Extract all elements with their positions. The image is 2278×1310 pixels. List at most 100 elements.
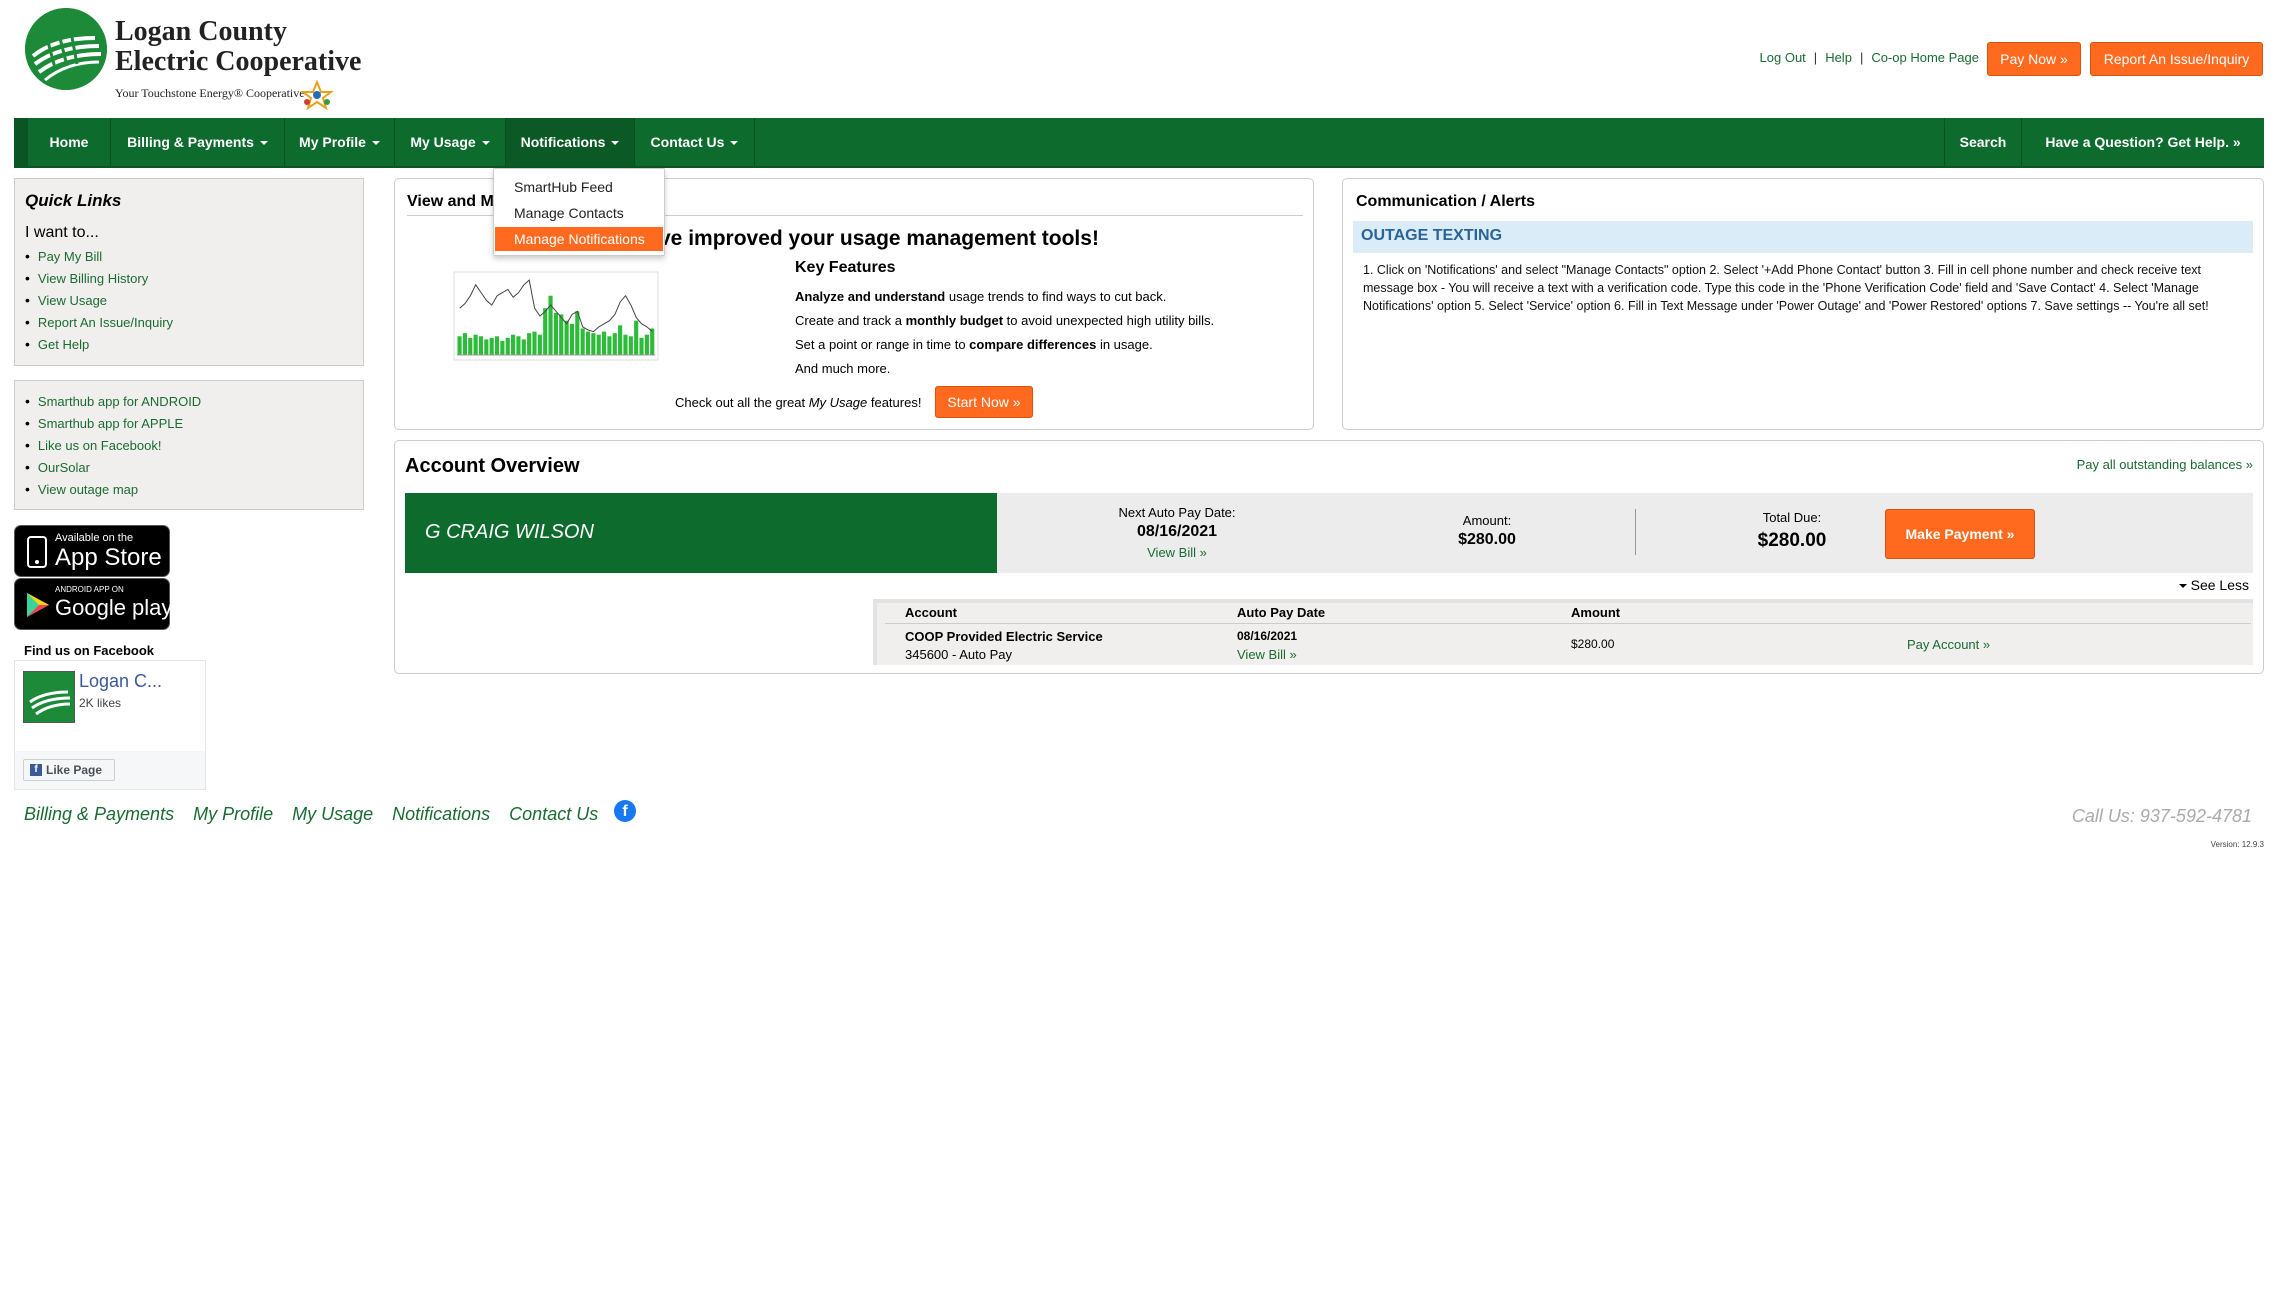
footer-link-usage[interactable]: My Usage [292,804,373,824]
chevron-down-icon [481,141,490,146]
feature-line: Set a point or range in time to compare … [795,337,1153,352]
pay-all-balances-link[interactable]: Pay all outstanding balances » [2077,457,2253,472]
facebook-widget: Logan C... 2K likes f Like Page [14,660,206,790]
chart-bar [494,336,500,355]
table-header-account: Account [905,605,957,620]
quick-link-billing-history[interactable]: View Billing History [38,271,148,286]
nav-notifications[interactable]: Notifications [506,118,635,166]
app-link-android[interactable]: Smarthub app for ANDROID [38,394,201,409]
footer-phone: Call Us: 937-592-4781 [2071,806,2252,826]
dropdown-smarthub-feed[interactable]: SmartHub Feed [495,175,663,199]
app-store-badge[interactable]: Available on the App Store [14,525,170,577]
total-due-label: Total Due: [1762,510,1822,525]
chart-bar [516,336,521,355]
checkout-pre: Check out all the great [675,395,809,410]
feature-text: Create and track a [795,313,906,328]
account-holder-name: G CRAIG WILSON [425,521,594,543]
facebook-page-name[interactable]: Logan C... [79,671,162,692]
account-overview-panel: Account Overview Pay all outstanding bal… [394,440,2264,674]
alert-header-bar: OUTAGE TEXTING [1353,221,2253,253]
key-features-title: Key Features [795,259,896,276]
usage-headline: ve improved your usage management tools! [659,227,1099,250]
feature-text: usage trends to find ways to cut back. [945,289,1167,304]
logout-link[interactable]: Log Out [1760,50,1806,65]
nav-home[interactable]: Home [28,118,111,166]
chart-bar [537,334,542,355]
app-link-outage-map[interactable]: View outage map [38,482,138,497]
chart-bar [489,337,494,355]
chart-bar [628,336,633,355]
chart-bar [601,331,607,355]
dropdown-manage-contacts[interactable]: Manage Contacts [495,201,663,225]
nav-profile[interactable]: My Profile [285,118,395,166]
chart-bar [505,337,510,355]
checkout-em: My Usage [808,395,868,410]
divider [1635,509,1636,555]
quick-link-view-usage[interactable]: View Usage [38,293,107,308]
facebook-icon[interactable]: f [614,800,636,822]
facebook-like-button[interactable]: f Like Page [23,759,115,781]
nav-billing[interactable]: Billing & Payments [111,118,285,166]
see-less-toggle[interactable]: See Less [2178,577,2249,593]
dropdown-manage-notifications[interactable]: Manage Notifications [495,227,663,251]
chart-bar [564,320,569,355]
table-cell-amount: $280.00 [1571,637,1615,651]
help-link[interactable]: Help [1825,50,1852,65]
quick-link-report-issue[interactable]: Report An Issue/Inquiry [38,315,173,330]
pay-now-button[interactable]: Pay Now » [1987,42,2081,76]
chart-bar [473,334,478,355]
feature-line: And much more. [795,361,890,376]
table-cell-account: COOP Provided Electric Service [905,629,1103,644]
coop-logo[interactable]: Logan County Electric Cooperative Your T… [25,8,375,110]
alerts-title: Communication / Alerts [1356,193,1535,210]
nav-get-help[interactable]: Have a Question? Get Help. » [2022,118,2264,166]
checkout-text: Check out all the great My Usage feature… [675,395,921,410]
chart-bar [478,336,484,355]
footer-link-notifications[interactable]: Notifications [392,804,490,824]
report-issue-button[interactable]: Report An Issue/Inquiry [2090,42,2263,76]
coop-logo-emblem [25,8,107,90]
nav-notifications-label: Notifications [520,134,606,150]
alert-body: 1. Click on 'Notifications' and select "… [1363,263,2209,313]
nav-usage[interactable]: My Usage [395,118,506,166]
footer-nav: Billing & Payments My Profile My Usage Noti… [24,804,617,825]
nav-profile-label: My Profile [299,134,366,150]
google-play-badge[interactable]: ANDROID APP ON Google play [14,578,172,630]
footer-link-profile[interactable]: My Profile [193,804,273,824]
nav-search[interactable]: Search [1944,118,2022,166]
nav-home-label: Home [49,134,89,150]
touchstone-star-icon [300,80,334,110]
footer-link-billing[interactable]: Billing & Payments [24,804,174,824]
alert-subtitle: OUTAGE TEXTING [1361,227,1503,244]
app-links-box: Smarthub app for ANDROID Smarthub app fo… [14,380,364,510]
app-link-oursolar[interactable]: OurSolar [38,460,90,475]
chart-bar [500,340,505,355]
amount-label: Amount: [1462,513,1512,528]
table-view-bill-link[interactable]: View Bill » [1237,647,1297,662]
chart-bar [527,333,532,355]
chevron-down-icon [730,141,739,146]
nav-contact[interactable]: Contact Us [635,118,755,166]
feature-line: Analyze and understand usage trends to f… [795,289,1166,304]
view-bill-link[interactable]: View Bill » [1107,545,1247,560]
make-payment-button[interactable]: Make Payment » [1885,509,2035,559]
quick-link-get-help[interactable]: Get Help [38,337,89,352]
app-link-apple[interactable]: Smarthub app for APPLE [38,416,183,431]
pay-account-link[interactable]: Pay Account » [1907,637,1990,652]
account-table: Account Auto Pay Date Amount COOP Provid… [873,599,2253,665]
start-now-button[interactable]: Start Now » [935,386,1033,418]
app-link-facebook[interactable]: Like us on Facebook! [38,438,162,453]
coop-home-link[interactable]: Co-op Home Page [1871,50,1979,65]
app-store-small-text: Available on the [55,532,134,544]
facebook-heading: Find us on Facebook [24,643,155,658]
table-cell-account-sub: 345600 - Auto Pay [905,647,1012,662]
feature-bold: Analyze and understand [795,289,946,304]
play-icon [27,593,49,617]
chart-bar [650,328,655,355]
nav-billing-label: Billing & Payments [127,134,254,150]
quick-link-pay-bill[interactable]: Pay My Bill [38,249,102,264]
footer-link-contact[interactable]: Contact Us [509,804,598,824]
facebook-page-avatar[interactable] [23,671,75,723]
chart-bar [543,308,548,355]
feature-bold: compare differences [969,337,1097,352]
